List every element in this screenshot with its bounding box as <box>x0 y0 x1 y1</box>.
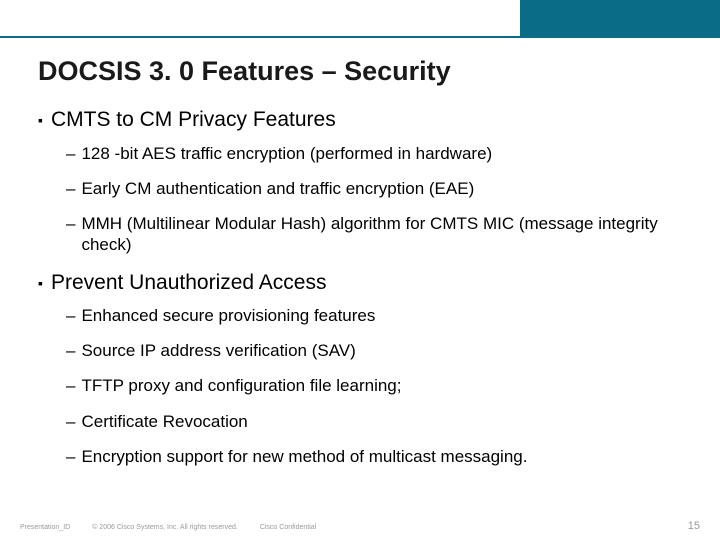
list-item-text: Enhanced secure provisioning features <box>81 305 690 326</box>
dash-bullet-icon: – <box>66 375 75 396</box>
slide-title: DOCSIS 3. 0 Features – Security <box>38 55 690 87</box>
section: ▪ Prevent Unauthorized Access – Enhanced… <box>38 270 690 467</box>
list-item: – Enhanced secure provisioning features <box>66 305 690 326</box>
list-item: – 128 -bit AES traffic encryption (perfo… <box>66 143 690 164</box>
list-item: – Encryption support for new method of m… <box>66 446 690 467</box>
footer-confidential: Cisco Confidential <box>260 524 316 531</box>
list-item: – Early CM authentication and traffic en… <box>66 178 690 199</box>
footer-page-number: 15 <box>688 520 700 532</box>
list-item-text: Early CM authentication and traffic encr… <box>81 178 690 199</box>
content-area: DOCSIS 3. 0 Features – Security ▪ CMTS t… <box>38 55 690 481</box>
square-bullet-icon: ▪ <box>38 107 43 131</box>
list-item-text: TFTP proxy and configuration file learni… <box>81 375 690 396</box>
dash-bullet-icon: – <box>66 178 75 199</box>
list-item-text: Encryption support for new method of mul… <box>81 446 690 467</box>
top-bar-accent <box>520 0 720 36</box>
footer-copyright: © 2006 Cisco Systems, Inc. All rights re… <box>92 524 238 531</box>
list-item-text: Source IP address verification (SAV) <box>81 340 690 361</box>
dash-bullet-icon: – <box>66 411 75 432</box>
list-item-text: Certificate Revocation <box>81 411 690 432</box>
list-item: – Certificate Revocation <box>66 411 690 432</box>
section-heading-row: ▪ CMTS to CM Privacy Features <box>38 107 690 132</box>
section: ▪ CMTS to CM Privacy Features – 128 -bit… <box>38 107 690 255</box>
dash-bullet-icon: – <box>66 446 75 467</box>
dash-bullet-icon: – <box>66 143 75 164</box>
list-item-text: 128 -bit AES traffic encryption (perform… <box>81 143 690 164</box>
list-item-text: MMH (Multilinear Modular Hash) algorithm… <box>81 213 690 256</box>
square-bullet-icon: ▪ <box>38 270 43 294</box>
top-divider <box>0 36 720 38</box>
list-item: – MMH (Multilinear Modular Hash) algorit… <box>66 213 690 256</box>
list-item: – TFTP proxy and configuration file lear… <box>66 375 690 396</box>
footer: Presentation_ID © 2006 Cisco Systems, In… <box>20 520 700 532</box>
list-item: – Source IP address verification (SAV) <box>66 340 690 361</box>
footer-presentation-id: Presentation_ID <box>20 524 70 531</box>
dash-bullet-icon: – <box>66 340 75 361</box>
dash-bullet-icon: – <box>66 213 75 234</box>
section-heading-row: ▪ Prevent Unauthorized Access <box>38 270 690 295</box>
section-heading: CMTS to CM Privacy Features <box>51 107 336 132</box>
section-heading: Prevent Unauthorized Access <box>51 270 326 295</box>
dash-bullet-icon: – <box>66 305 75 326</box>
top-bar <box>0 0 720 36</box>
slide: DOCSIS 3. 0 Features – Security ▪ CMTS t… <box>0 0 720 540</box>
